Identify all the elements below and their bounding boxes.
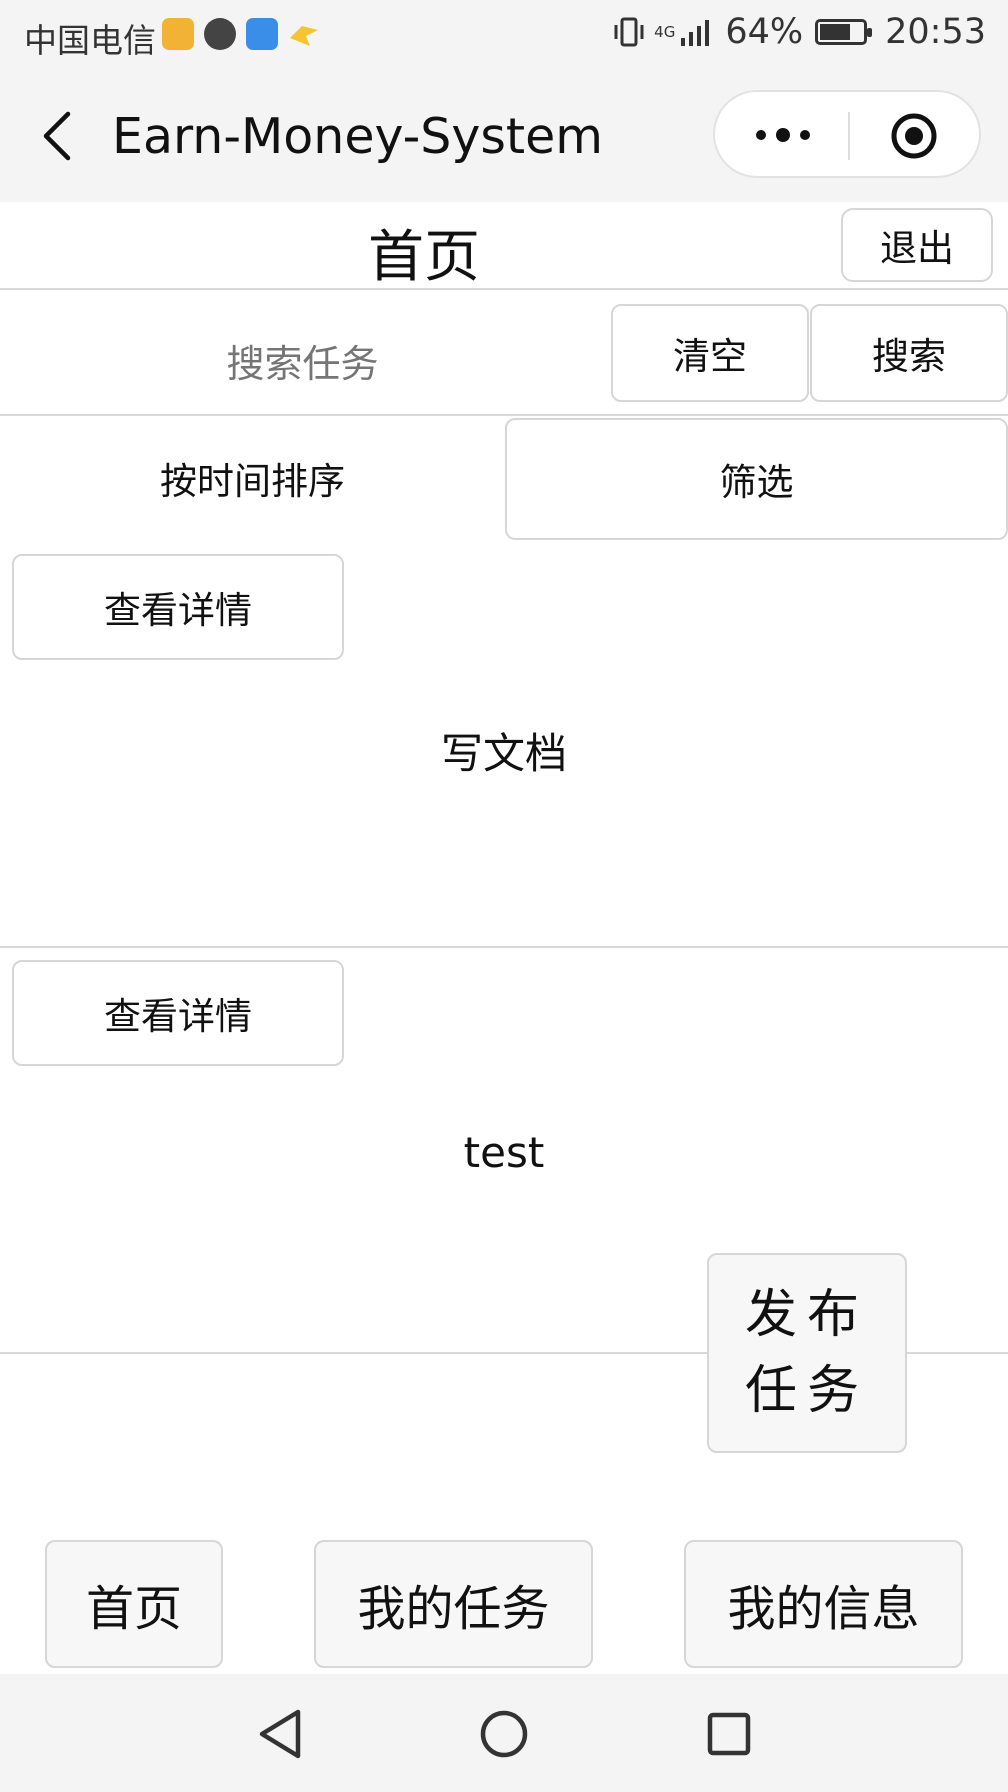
navbar-title: Earn-Money-System (112, 108, 604, 165)
capsule-menu (713, 90, 981, 178)
shield-notification-icon (246, 18, 278, 50)
clear-button[interactable]: 清空 (611, 304, 809, 402)
system-recents-icon[interactable] (707, 1712, 751, 1756)
page-title: 首页 (368, 225, 480, 290)
search-input[interactable] (0, 290, 605, 414)
status-bar: 中国电信 4G 64% 20:53 (0, 0, 1008, 72)
system-back-icon[interactable] (256, 1708, 304, 1760)
tab-home[interactable]: 首页 (45, 1540, 223, 1668)
page-header: 首页 退出 (0, 202, 1008, 290)
close-mini-program-icon[interactable] (891, 113, 937, 159)
carrier-name: 中国电信 (24, 21, 156, 60)
publish-task-label-line1: 发布 (744, 1285, 869, 1345)
publish-task-label-line2: 任务 (744, 1361, 869, 1421)
logout-button[interactable]: 退出 (841, 208, 993, 282)
app-notification-icon (162, 18, 194, 50)
task-item: 查看详情 写文档 (0, 542, 1008, 948)
system-navigation-bar (0, 1674, 1008, 1792)
task-name: 写文档 (440, 729, 567, 778)
back-arrow-icon[interactable] (38, 110, 78, 162)
search-button[interactable]: 搜索 (810, 304, 1008, 402)
capsule-divider (848, 112, 850, 160)
tab-my-info[interactable]: 我的信息 (684, 1540, 963, 1668)
more-options-icon[interactable] (753, 120, 813, 150)
publish-task-button[interactable]: 发布 任务 (707, 1253, 907, 1453)
filter-button[interactable]: 筛选 (505, 418, 1008, 540)
task-name: test (463, 1128, 545, 1177)
view-details-button[interactable]: 查看详情 (12, 554, 344, 660)
mini-program-navbar: Earn-Money-System (0, 72, 1008, 202)
search-bar: 清空 搜索 (0, 290, 1008, 416)
system-home-icon[interactable] (479, 1709, 529, 1759)
battery-icon (815, 19, 873, 45)
tab-my-tasks[interactable]: 我的任务 (314, 1540, 593, 1668)
sort-filter-bar: 按时间排序 筛选 (0, 416, 1008, 542)
battery-percent: 64% (725, 12, 804, 52)
view-details-button[interactable]: 查看详情 (12, 960, 344, 1066)
vibrate-icon (614, 17, 644, 47)
network-type: 4G (654, 23, 676, 41)
status-indicators: 4G 64% 20:53 (612, 12, 986, 52)
bird-notification-icon (288, 18, 320, 50)
sort-by-time-button[interactable]: 按时间排序 (0, 416, 505, 540)
chat-notification-icon (204, 18, 236, 50)
signal-icon (681, 20, 710, 46)
clock: 20:53 (885, 12, 986, 52)
